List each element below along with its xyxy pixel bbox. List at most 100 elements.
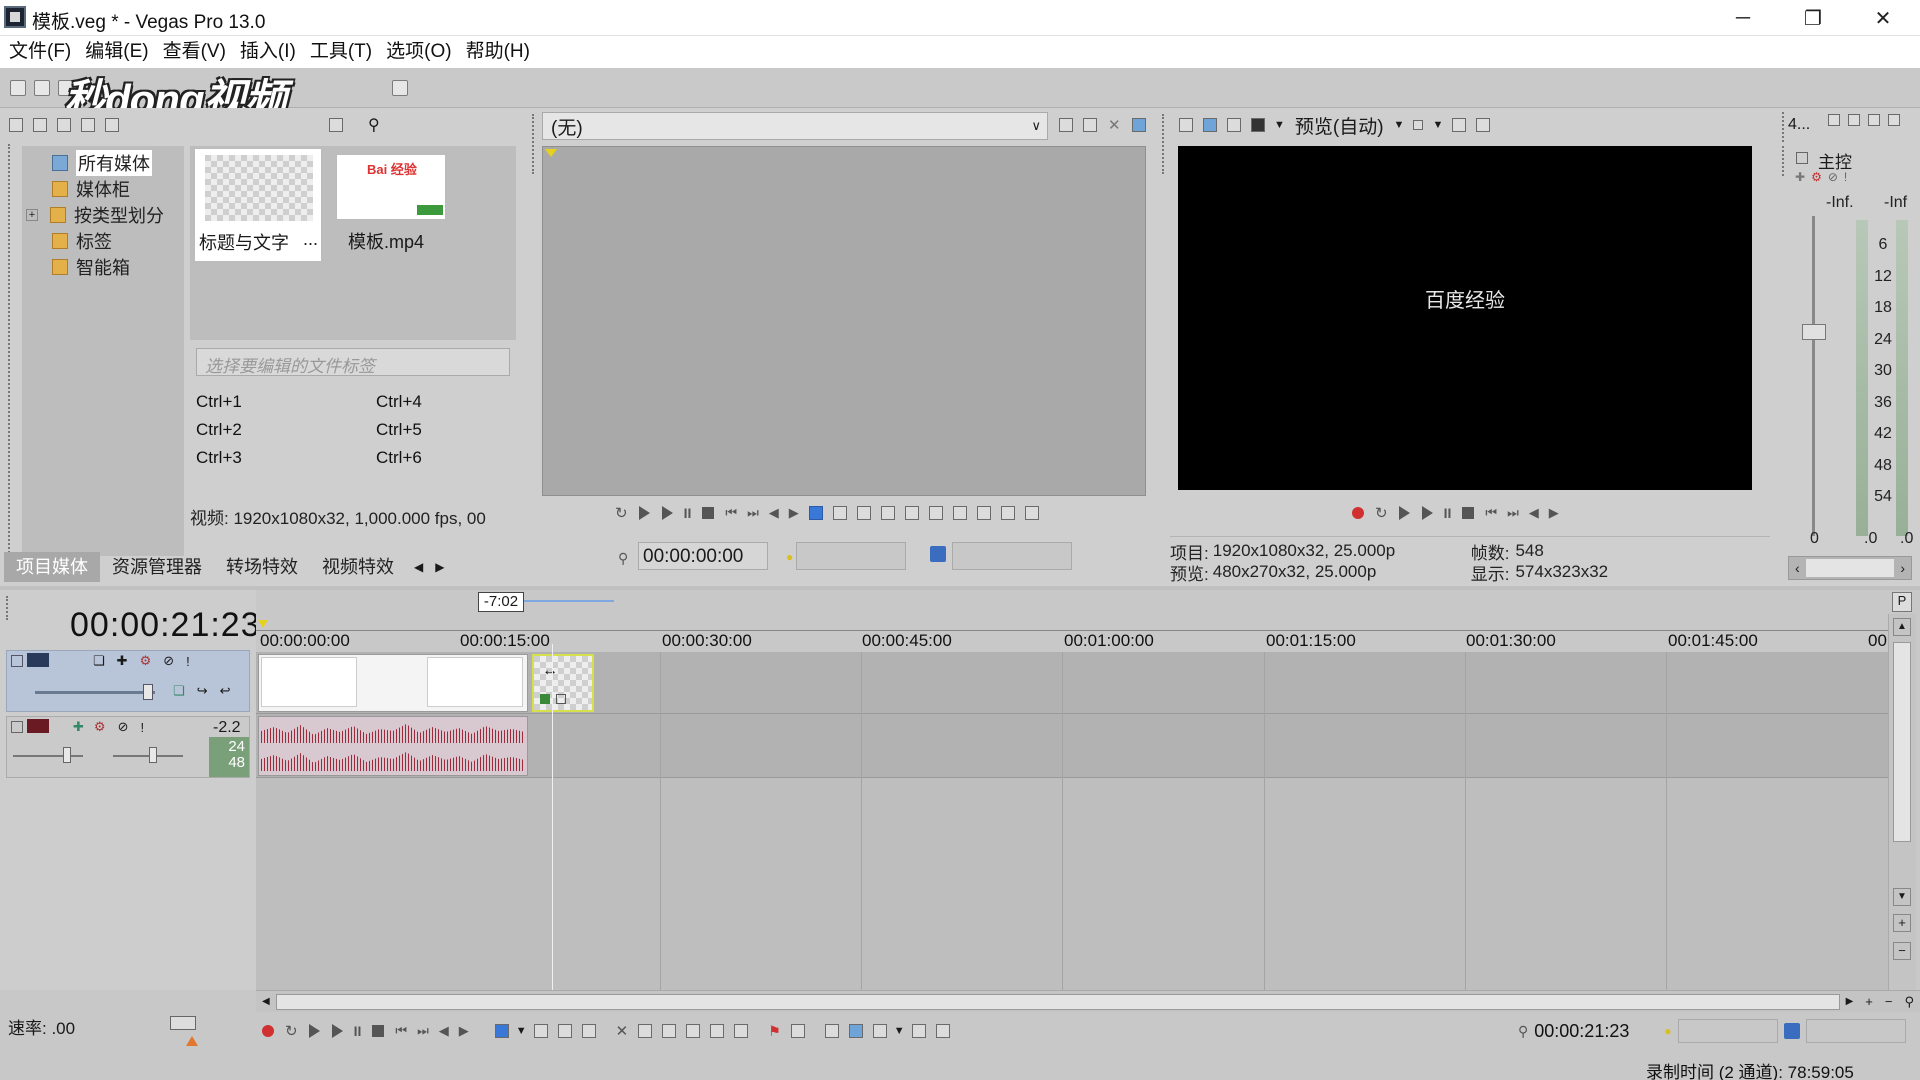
play-icon[interactable]	[661, 506, 673, 520]
scroll-down-icon[interactable]: ▼	[1893, 888, 1911, 906]
view-icon[interactable]	[1888, 114, 1900, 126]
tab-scroll-left-icon[interactable]: ◀	[414, 560, 423, 574]
panel-grip[interactable]	[1162, 114, 1166, 174]
record-icon[interactable]	[1352, 507, 1364, 519]
auto-ripple-icon[interactable]	[872, 1024, 887, 1038]
motion-icon[interactable]: ✚	[117, 653, 128, 669]
solo-icon[interactable]: !	[140, 720, 144, 735]
tree-item-all-media[interactable]: 所有媒体	[22, 150, 184, 176]
volume-slider-track[interactable]	[113, 755, 183, 757]
clear-icon[interactable]: ✕	[1108, 116, 1121, 134]
trim-end-icon[interactable]	[686, 1024, 701, 1038]
master-fader-handle[interactable]	[1802, 324, 1826, 340]
delete-icon[interactable]: ✕	[616, 1022, 629, 1040]
panel-grip[interactable]	[532, 114, 536, 174]
event-fx-icon[interactable]	[556, 694, 566, 704]
search-icon[interactable]: ⚲	[368, 115, 380, 135]
loop-region-bar[interactable]	[524, 600, 614, 602]
track-fx-icon[interactable]: ⚙	[94, 719, 106, 735]
panel-grip[interactable]	[6, 596, 10, 620]
trimmer-dropdown[interactable]: (无) ∨	[542, 112, 1048, 140]
fx-icon[interactable]	[1227, 118, 1241, 132]
trim-icon-2[interactable]	[856, 506, 871, 520]
zoom-tool-icon[interactable]: ⚲	[1898, 994, 1920, 1010]
next-frame-icon[interactable]: ▶	[789, 505, 799, 521]
tree-item-tags[interactable]: 标签	[22, 228, 184, 254]
help-cursor-icon[interactable]	[392, 79, 408, 96]
properties-icon[interactable]	[105, 118, 119, 132]
media-item-template-mp4[interactable]: Bai 经验 模板.mp4	[328, 148, 456, 262]
go-start-icon[interactable]: ⏮	[725, 505, 737, 521]
capture-icon[interactable]	[33, 118, 47, 132]
go-end-icon[interactable]: ⏭	[747, 505, 759, 521]
lock-icon[interactable]	[734, 1024, 749, 1038]
pause-icon[interactable]: II	[684, 505, 692, 521]
menu-edit[interactable]: 编辑(E)	[78, 37, 155, 67]
normal-edit-tool-icon[interactable]	[494, 1024, 509, 1038]
remove-icon[interactable]	[81, 118, 95, 132]
restore-button[interactable]: ❐	[1782, 0, 1844, 36]
panel-grip[interactable]	[8, 144, 12, 564]
save-snapshot-icon[interactable]	[1476, 118, 1491, 132]
vertical-scrollbar[interactable]: ▲ ▼ + −	[1888, 614, 1916, 990]
tree-item-smart-bins[interactable]: 智能箱	[22, 254, 184, 280]
go-start-icon[interactable]: ⏮	[395, 1023, 407, 1039]
ignore-grouping-icon[interactable]	[935, 1024, 950, 1038]
scroll-left-icon[interactable]: ◀	[256, 996, 276, 1007]
go-start-icon[interactable]: ⏮	[1485, 505, 1497, 521]
scroll-right-icon[interactable]: ▶	[1840, 996, 1860, 1007]
insert-fx-icon[interactable]: ✚	[73, 719, 84, 735]
master-scrollbar[interactable]: ‹ ›	[1788, 556, 1912, 580]
volume-slider-handle[interactable]	[149, 747, 157, 763]
scroll-thumb[interactable]	[1805, 559, 1895, 577]
bypass-icon[interactable]: ⊘	[1828, 170, 1838, 184]
external-monitor-icon[interactable]	[1203, 118, 1217, 132]
copy-snapshot-icon[interactable]	[1452, 118, 1467, 132]
tag-input[interactable]: 选择要编辑的文件标签	[196, 348, 510, 376]
pause-icon[interactable]: II	[1444, 505, 1452, 521]
region-add-icon[interactable]	[1000, 506, 1015, 520]
add-to-timeline-icon-2[interactable]	[952, 506, 967, 520]
media-item-title-text[interactable]: 标题与文字 ...	[194, 148, 322, 262]
mute-icon[interactable]: ⊘	[118, 719, 129, 735]
go-end-icon[interactable]: ⏭	[1507, 505, 1519, 521]
level-slider-handle[interactable]	[143, 684, 153, 700]
menu-file[interactable]: 文件(F)	[2, 37, 78, 67]
make-parent-icon[interactable]: ↩	[220, 683, 231, 699]
mute-icon[interactable]: ⊘	[163, 653, 174, 669]
overlay-icon[interactable]	[1413, 120, 1424, 130]
zoom-out-icon[interactable]: −	[1893, 942, 1911, 960]
envelope-tool-icon[interactable]	[533, 1024, 548, 1038]
play-from-start-icon[interactable]	[638, 506, 650, 520]
menu-tools[interactable]: 工具(T)	[303, 37, 379, 67]
trim-icon-4[interactable]	[904, 506, 919, 520]
bottom-timecode[interactable]: 00:00:21:23	[1534, 1021, 1664, 1042]
trim-icon-3[interactable]	[880, 506, 895, 520]
tab-project-media[interactable]: 项目媒体	[4, 552, 100, 582]
track-minimize-icon[interactable]	[11, 655, 23, 667]
timeline-ruler[interactable]: -7:02 00:00:00:00 00:00:15:00 00:00:30:0…	[256, 590, 1888, 652]
next-frame-icon[interactable]: ▶	[459, 1023, 469, 1039]
mono-icon[interactable]	[1868, 114, 1880, 126]
scroll-left-icon[interactable]: ‹	[1789, 560, 1806, 576]
track-minimize-icon[interactable]	[11, 721, 23, 733]
master-checkbox[interactable]	[1796, 152, 1808, 164]
play-from-start-icon[interactable]	[308, 1024, 320, 1038]
get-media-icon[interactable]	[57, 118, 71, 132]
select-region-icon[interactable]	[808, 506, 823, 520]
prev-frame-icon[interactable]: ◀	[1529, 505, 1539, 521]
edit-icon[interactable]	[1083, 118, 1097, 132]
preview-quality-select[interactable]: 预览(自动)	[1295, 112, 1384, 139]
audio-track-header[interactable]: ✚ ⚙ ⊘ ! -2.2 24 48	[6, 716, 250, 778]
tab-transitions[interactable]: 转场特效	[214, 552, 310, 582]
fx-gear-icon[interactable]: ⚙	[1811, 170, 1822, 184]
stop-icon[interactable]	[372, 1025, 385, 1037]
composite-icon[interactable]: ❏	[93, 653, 105, 669]
title-clip[interactable]: ↔	[532, 654, 594, 712]
add-to-timeline-icon[interactable]	[928, 506, 943, 520]
go-end-icon[interactable]: ⏭	[417, 1023, 429, 1039]
loop-icon[interactable]: ↻	[615, 504, 628, 522]
trim-start-icon[interactable]	[662, 1024, 677, 1038]
audio-clip[interactable]	[258, 716, 528, 776]
zoom-out-icon[interactable]: −	[1879, 994, 1899, 1009]
